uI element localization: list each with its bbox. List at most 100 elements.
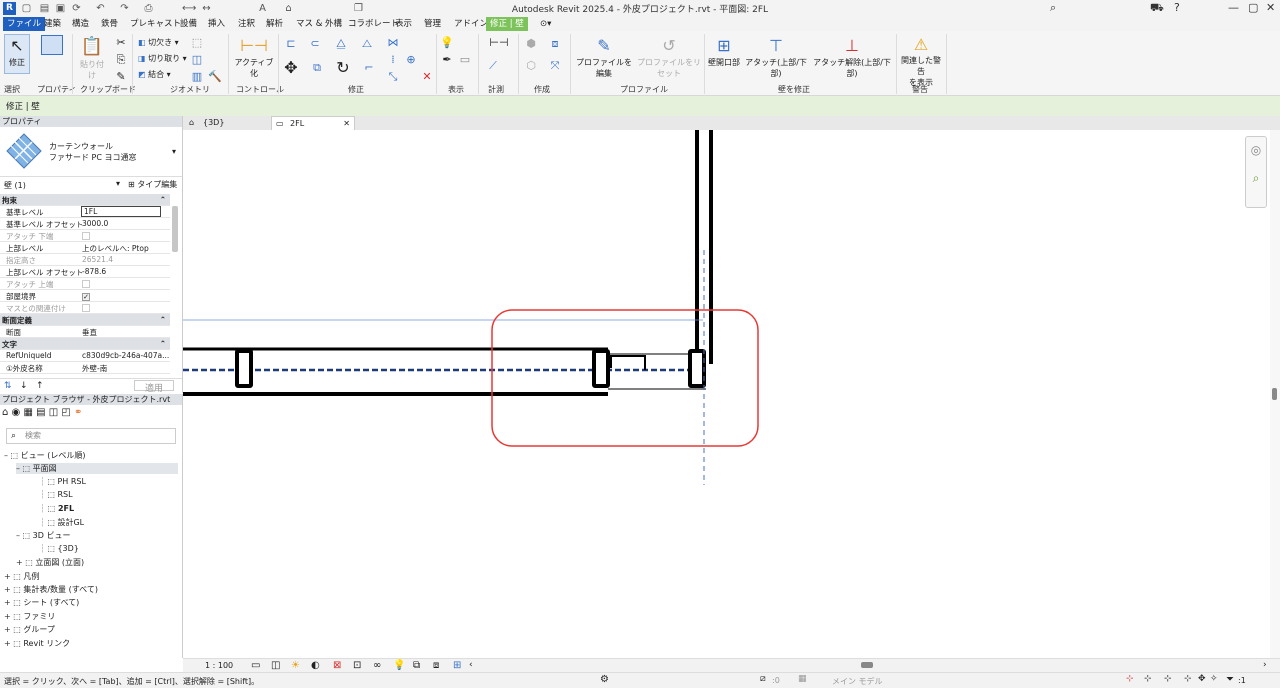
sort-icon[interactable]: ⇅ [4,381,12,391]
menu-massing[interactable]: マス & 外構 [296,17,342,31]
property-value[interactable]: 26521.4 [82,255,113,264]
drawing-canvas[interactable]: ◎ ⌕ [183,130,1270,658]
close-tab-icon[interactable]: ✕ [343,117,350,131]
constraints-icon[interactable]: ⊞ [453,660,461,671]
home-icon[interactable]: ⌂ [2,407,8,418]
crop-view-icon[interactable]: ⊠ [333,660,341,671]
demolish-icon[interactable]: 🔨 [208,70,222,83]
sun-path-icon[interactable]: ☀ [291,660,300,671]
property-group-header[interactable]: 拘束 ⌃ [0,194,170,206]
pin-icon[interactable]: ⊕ [404,53,418,66]
temp-hide-icon[interactable]: ∞ [373,660,381,671]
instance-filter[interactable]: 壁 (1) ▾ ⊞ タイプ編集 [0,178,182,191]
dimension-tool-icon[interactable]: ⟋ [486,59,500,72]
menu-manage[interactable]: 管理 [424,17,441,31]
browser-tree-item[interactable]: – ⬚ 平面図 [16,463,178,475]
browser-tree-item[interactable]: + ⬚ ファミリ [4,611,55,622]
sort-desc-icon[interactable]: ↑ [36,381,44,391]
select-pinned-icon[interactable]: ⊹ [1164,674,1172,684]
minimize-button[interactable]: — [1228,1,1239,14]
mullion[interactable] [235,349,253,388]
properties-scrollbar[interactable] [172,206,178,252]
reset-profile-button[interactable]: ↺ プロファイルをリセット [636,35,702,78]
mirror-draw-icon[interactable]: ⧍ [360,37,374,50]
menu-structure[interactable]: 構造 [72,17,89,31]
horizontal-scroll-thumb[interactable] [861,662,873,668]
help-icon[interactable]: ? [1174,1,1180,14]
browser-search-input[interactable]: 検索 [6,428,176,444]
geometry-tool-icon[interactable]: ⬚ [190,36,204,49]
instance-dropdown-icon[interactable]: ▾ [116,179,120,188]
modify-tool-button[interactable]: ↖ 修正 [4,34,30,74]
activate-button[interactable]: ⊢⊣ アクティブ化 [234,35,274,78]
plan-drawing[interactable] [183,130,1270,658]
paste-button[interactable]: 📋 貼り付け [78,35,106,80]
browser-tree-item[interactable]: ┆ ⬚ PH RSL [40,477,86,486]
scale-icon[interactable]: ⤡ [386,70,400,83]
expand-icon[interactable]: + [4,625,13,634]
split-icon[interactable]: ⋈ [386,36,400,49]
trim-icon[interactable]: ⌐ [362,61,376,74]
property-group-header[interactable]: 文字 ⌃ [0,338,170,350]
property-checkbox[interactable] [82,304,90,312]
mirror-pick-icon[interactable]: ⧋ [334,37,348,50]
drag-elements-icon[interactable]: ✥ [1198,674,1206,684]
design-options-icon[interactable]: ▦ [798,674,807,684]
ribbon-toggle-icon[interactable]: ⊙▾ [540,17,551,31]
scroll-thumb[interactable] [1272,388,1277,400]
property-row[interactable]: 部屋境界 ✓ [0,290,170,302]
property-row[interactable]: 断面 垂直 [0,326,170,338]
measure-tool-icon[interactable]: ⊢⊣ [486,36,512,49]
tab-3d[interactable]: ⌂ {3D} [185,116,269,130]
sheet-icon[interactable]: ▤ [36,407,45,418]
browser-tree-item[interactable]: ┆ ⬚ 2FL [40,504,74,513]
steering-wheel-icon[interactable]: ◎ [1246,143,1266,157]
expand-icon[interactable]: + [4,585,13,594]
visual-style-icon[interactable]: ◫ [271,660,280,671]
delete-icon[interactable]: ✕ [420,70,434,83]
link-icon[interactable]: ⚭ [74,407,82,418]
view-icon[interactable]: ◉ [12,407,21,418]
property-group-header[interactable]: 断面定義 ⌃ [0,314,170,326]
property-row[interactable]: 上部レベル オフセット -878.6 [0,266,170,278]
browser-tree-item[interactable]: + ⬚ 立面図 (立面) [16,557,84,568]
selection-count-icon[interactable]: ⧄ [760,674,766,684]
browser-tree-item[interactable]: ┆ ⬚ {3D} [40,544,79,553]
paint-icon[interactable]: ▥ [190,70,204,83]
browser-tree-item[interactable]: ┆ ⬚ 設計GL [40,517,84,528]
property-value[interactable]: 3000.0 [82,219,108,228]
cart-icon[interactable]: ⛟ [1150,1,1164,16]
property-value[interactable]: 外壁-南 [82,363,107,374]
browser-tree-item[interactable]: + ⬚ グループ [4,624,55,635]
zoom-icon[interactable]: ⌕ [1246,171,1266,186]
shadows-icon[interactable]: ◐ [311,660,320,671]
highlight-displace-icon[interactable]: ⧈ [433,660,439,671]
worksharing-icon[interactable]: ⚙ [600,674,609,685]
reveal-hidden-icon[interactable]: 💡 [393,660,405,671]
wall-opening-button[interactable]: ⊞ 壁開口部 [706,35,742,75]
property-row[interactable]: 基準レベル オフセット 3000.0 [0,218,170,230]
apply-button[interactable]: 適用 [134,380,174,394]
property-checkbox[interactable]: ✓ [82,293,90,301]
property-row[interactable]: 基準レベル 1FL [0,206,170,218]
hide-icon[interactable]: 💡 [440,36,454,49]
vertical-scrollbar[interactable] [1270,130,1280,658]
model-selector[interactable]: メイン モデル [832,676,883,687]
property-checkbox[interactable] [82,232,90,240]
expand-icon[interactable]: + [16,558,25,567]
sort-asc-icon[interactable]: ↓ [20,381,28,391]
browser-tree-item[interactable]: + ⬚ シート (すべて) [4,597,79,608]
type-dropdown-icon[interactable]: ▾ [172,147,176,156]
mullion[interactable] [688,349,706,388]
collapse-icon[interactable]: ⌃ [160,195,166,204]
edit-profile-button[interactable]: ✎ プロファイルを編集 [574,35,634,78]
maximize-button[interactable]: ▢ [1248,1,1258,14]
property-input[interactable]: 1FL [81,206,161,217]
menu-systems[interactable]: 設備 [180,17,197,31]
show-crop-icon[interactable]: ⊡ [353,660,361,671]
menu-addins[interactable]: アドイン [454,17,488,31]
join-button[interactable]: ◩ 結合 ▾ [138,69,171,80]
property-row[interactable]: 上部レベル 上のレベルへ: Ptop [0,242,170,254]
linework-icon[interactable]: ▭ [458,53,472,66]
expand-icon[interactable]: + [4,572,13,581]
